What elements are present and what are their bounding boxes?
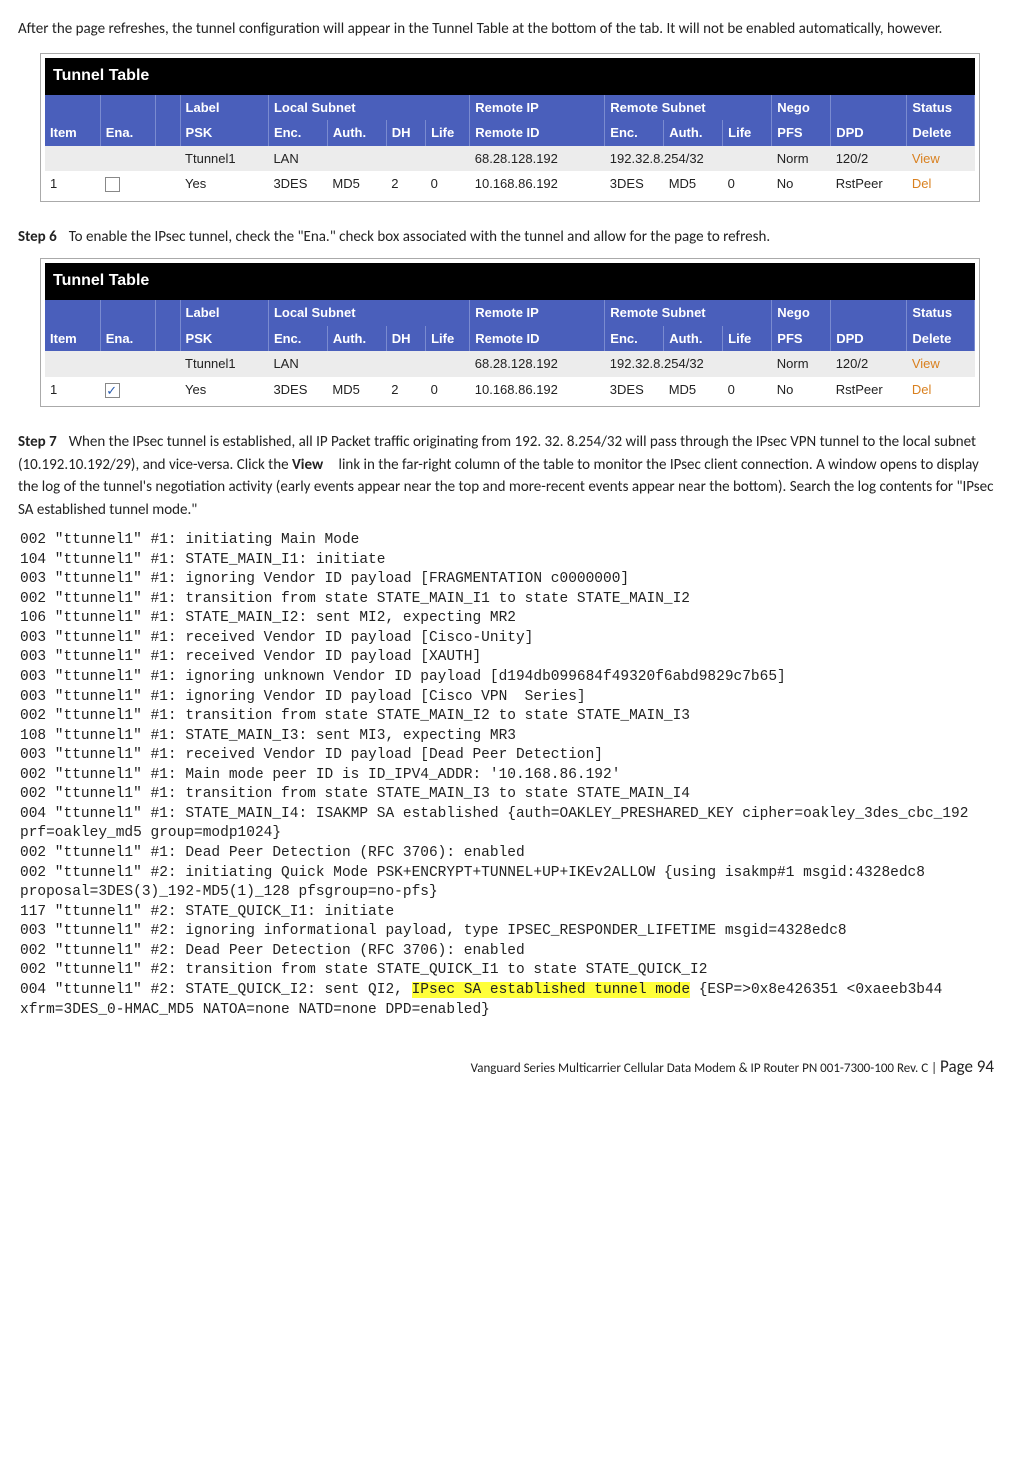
step7-paragraph: Step 7When the IPsec tunnel is establish… bbox=[18, 431, 994, 521]
col-remote-subnet: Remote Subnet bbox=[605, 95, 772, 121]
col-dh: DH bbox=[386, 120, 425, 146]
col-status: Status bbox=[907, 95, 975, 121]
col-ena: Ena. bbox=[100, 120, 155, 146]
cell-rlife: 0 bbox=[723, 171, 772, 197]
tunnel-table-1-grid: Label Local Subnet Remote IP Remote Subn… bbox=[45, 95, 975, 197]
table-row: Ttunnel1 LAN 68.28.128.192 192.32.8.254/… bbox=[45, 146, 975, 172]
log-output: 002 "ttunnel1" #1: initiating Main Mode … bbox=[20, 531, 994, 1020]
log-pre: 002 "ttunnel1" #1: initiating Main Mode … bbox=[20, 532, 977, 998]
col-blank bbox=[100, 95, 155, 121]
cell-rauth: MD5 bbox=[664, 171, 723, 197]
col-blank bbox=[156, 95, 181, 121]
col-blank bbox=[831, 95, 907, 121]
cell-label: Ttunnel1 bbox=[180, 146, 268, 172]
cell-local-subnet: LAN bbox=[268, 146, 469, 172]
enable-checkbox[interactable] bbox=[105, 383, 120, 398]
col-psk: PSK bbox=[180, 120, 268, 146]
footer-page: Page 94 bbox=[940, 1056, 994, 1077]
col-pfs: PFS bbox=[772, 120, 831, 146]
cell-remote-id: 10.168.86.192 bbox=[470, 171, 605, 197]
cell-auth: MD5 bbox=[327, 171, 386, 197]
col-local-subnet: Local Subnet bbox=[268, 95, 469, 121]
col-auth: Auth. bbox=[327, 120, 386, 146]
delete-link[interactable]: Del bbox=[912, 176, 932, 191]
cell-dpd: 120/2 bbox=[831, 146, 907, 172]
cell-psk: Yes bbox=[180, 171, 268, 197]
cell-renc: 3DES bbox=[605, 171, 664, 197]
col-blank bbox=[156, 120, 181, 146]
header-row-2: Item Ena. PSK Enc. Auth. DH Life Remote … bbox=[45, 120, 975, 146]
tunnel-table-title: Tunnel Table bbox=[45, 58, 975, 95]
page-footer: Vanguard Series Multicarrier Cellular Da… bbox=[18, 1050, 994, 1080]
step6-paragraph: Step 6 To enable the IPsec tunnel, check … bbox=[18, 226, 994, 249]
col-dpd: DPD bbox=[831, 120, 907, 146]
col-enc: Enc. bbox=[268, 120, 327, 146]
cell-dpd2: RstPeer bbox=[831, 171, 907, 197]
cell-item: 1 bbox=[45, 171, 100, 197]
table-row: 1 Yes 3DES MD5 2 0 10.168.86.192 3DES MD… bbox=[45, 171, 975, 197]
col-label: Label bbox=[180, 95, 268, 121]
step6-text: To enable the IPsec tunnel, check the "E… bbox=[69, 228, 770, 246]
cell-remote-subnet: 192.32.8.254/32 bbox=[605, 146, 772, 172]
cell-nego: Norm bbox=[772, 146, 831, 172]
tunnel-table-title: Tunnel Table bbox=[45, 263, 975, 300]
col-renc: Enc. bbox=[605, 120, 664, 146]
col-life: Life bbox=[426, 120, 470, 146]
view-link[interactable]: View bbox=[912, 356, 940, 371]
footer-sep: | bbox=[928, 1061, 940, 1076]
col-blank bbox=[45, 95, 100, 121]
col-nego: Nego bbox=[772, 95, 831, 121]
col-delete: Delete bbox=[907, 120, 975, 146]
header-row-1: Label Local Subnet Remote IP Remote Subn… bbox=[45, 95, 975, 121]
step7-view-word: View bbox=[292, 456, 323, 474]
delete-link[interactable]: Del bbox=[912, 382, 932, 397]
cell-pfs: No bbox=[772, 171, 831, 197]
enable-checkbox[interactable] bbox=[105, 177, 120, 192]
cell-life: 0 bbox=[426, 171, 470, 197]
header-row-2: Item Ena. PSK Enc. Auth. DH Life Remote … bbox=[45, 326, 975, 352]
log-highlight: IPsec SA established tunnel mode bbox=[412, 982, 690, 998]
tunnel-table-1: Tunnel Table Label Local Subnet Remote I… bbox=[40, 53, 980, 202]
header-row-1: Label Local Subnet Remote IP Remote Subn… bbox=[45, 300, 975, 326]
table-row: Ttunnel1 LAN 68.28.128.192 192.32.8.254/… bbox=[45, 351, 975, 377]
tunnel-table-2: Tunnel Table Label Local Subnet Remote I… bbox=[40, 258, 980, 407]
cell-remote-ip: 68.28.128.192 bbox=[470, 146, 605, 172]
footer-doc-id: Vanguard Series Multicarrier Cellular Da… bbox=[471, 1061, 929, 1076]
view-link[interactable]: View bbox=[912, 151, 940, 166]
intro-paragraph: After the page refreshes, the tunnel con… bbox=[18, 18, 994, 41]
tunnel-table-2-grid: Label Local Subnet Remote IP Remote Subn… bbox=[45, 300, 975, 402]
cell-enc: 3DES bbox=[268, 171, 327, 197]
col-remote-ip: Remote IP bbox=[470, 95, 605, 121]
col-rauth: Auth. bbox=[664, 120, 723, 146]
step6-label: Step 6 bbox=[18, 228, 57, 246]
col-remote-id: Remote ID bbox=[470, 120, 605, 146]
col-item: Item bbox=[45, 120, 100, 146]
cell-dh: 2 bbox=[386, 171, 425, 197]
col-rlife: Life bbox=[723, 120, 772, 146]
table-row: 1 Yes 3DES MD5 2 0 10.168.86.192 3DES MD… bbox=[45, 377, 975, 403]
step7-label: Step 7 bbox=[18, 433, 57, 451]
